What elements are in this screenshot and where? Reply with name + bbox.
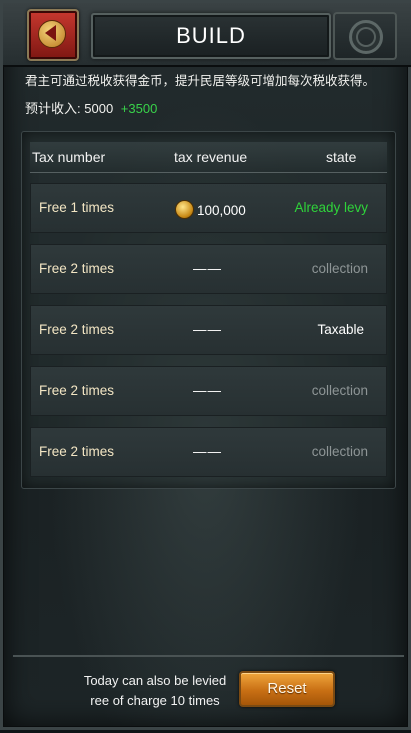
levy-line-2: ree of charge 10 times [73,691,237,711]
tax-description: 君主可通过税收获得金币，提升民居等级可增加每次税收获得。 [25,74,376,88]
row-times: Free 1 times [39,200,115,215]
row-state[interactable]: collection [312,383,368,398]
table-row: Free 2 times —— collection [30,244,387,294]
table-row: Free 1 times 100,000 Already levy [30,183,387,233]
revenue-value: 100,000 [197,203,246,218]
back-button[interactable] [27,9,79,61]
gold-coin-icon [175,200,194,219]
info-band: 君主可通过税收获得金币，提升民居等级可增加每次税收获得。 预计收入: 5000 … [13,66,404,126]
arrow-shape [45,25,56,41]
header-bar: BUILD [3,3,411,67]
remaining-count: 10 [170,693,185,708]
tax-table-panel: Tax number tax revenue state Free 1 time… [21,131,396,489]
income-bonus: +3500 [120,101,158,116]
table-header: Tax number tax revenue state [30,142,387,173]
row-state: Already levy [294,200,368,215]
remaining-levies-text: Today can also be levied ree of charge 1… [73,671,237,711]
reset-button[interactable]: Reset [239,671,335,707]
levy-line-1: Today can also be levied [83,673,227,688]
income-value: 5000 [84,101,114,116]
row-revenue: —— [193,383,222,398]
footer-bar: Today can also be levied ree of charge 1… [3,653,411,733]
row-state[interactable]: collection [312,444,368,459]
row-times: Free 2 times [39,322,115,337]
footer-divider [13,655,404,657]
table-row: Free 2 times —— collection [30,427,387,477]
income-label: 预计收入: [25,101,81,116]
row-times: Free 2 times [39,383,115,398]
build-window: BUILD 君主可通过税收获得金币，提升民居等级可增加每次税收获得。 预计收入:… [0,0,411,730]
row-revenue: —— [193,322,222,337]
row-times: Free 2 times [39,444,115,459]
header-state: state [326,149,357,165]
row-revenue: 100,000 [175,200,246,219]
row-state[interactable]: collection [312,261,368,276]
levy-line-2-suffix: times [188,693,220,708]
table-row: Free 2 times —— collection [30,366,387,416]
table-row: Free 2 times —— Taxable [30,305,387,355]
title-plate: BUILD [91,13,331,59]
expected-income: 预计收入: 5000 +3500 [25,98,157,117]
header-tax-number: Tax number [32,149,106,165]
row-times: Free 2 times [39,261,115,276]
levy-line-2-prefix: ree of charge [90,693,167,708]
celtic-knot-icon [349,20,383,54]
header-ornament [333,12,397,60]
row-state-taxable[interactable]: Taxable [317,322,364,337]
row-revenue: —— [193,444,222,459]
page-title: BUILD [176,23,246,48]
header-tax-revenue: tax revenue [174,149,248,165]
row-revenue: —— [193,261,222,276]
